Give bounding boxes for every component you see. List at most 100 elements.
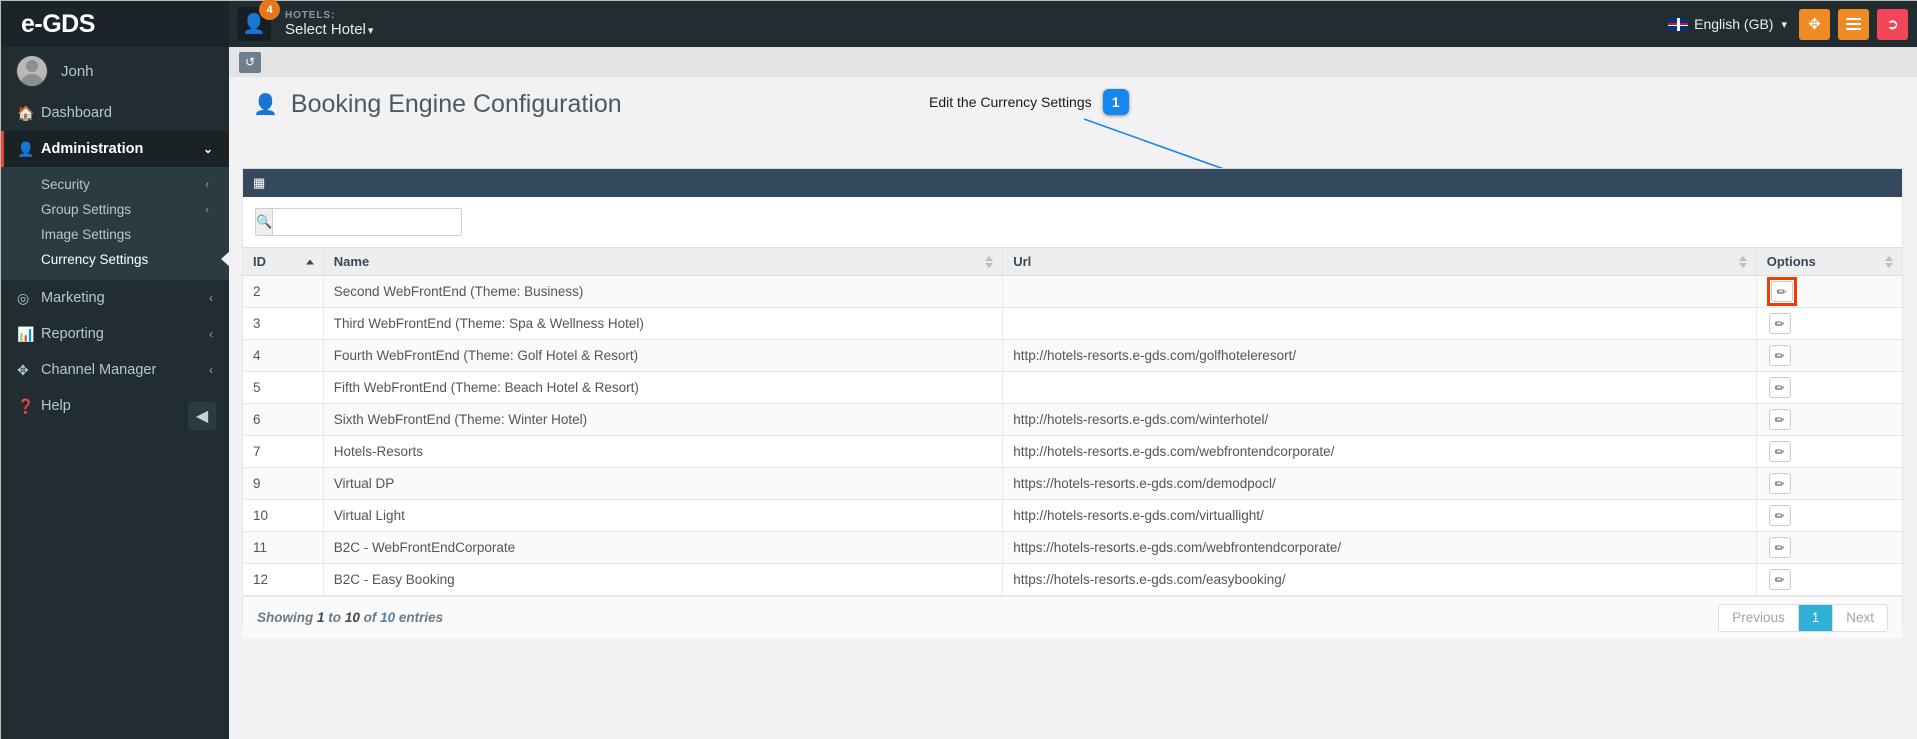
edit-button-wrap: ✏	[1767, 503, 1793, 528]
cell-id: 6	[243, 403, 324, 436]
sort-icon	[985, 255, 994, 268]
panel-footer: Showing 1 to 10 of 10 entries Previous 1…	[243, 596, 1902, 638]
edit-button[interactable]: ✏	[1768, 345, 1791, 366]
cell-id: 12	[243, 563, 324, 596]
cell-name: Third WebFrontEnd (Theme: Spa & Wellness…	[323, 307, 1004, 340]
edit-button-wrap: ✏	[1767, 535, 1793, 560]
edit-button[interactable]: ✏	[1768, 505, 1791, 526]
edit-button[interactable]: ✏	[1768, 377, 1791, 398]
cell-options: ✏	[1756, 467, 1902, 500]
bar-chart-icon: 📊	[17, 325, 35, 342]
sidebar-item-currency-settings[interactable]: Currency Settings	[1, 247, 230, 272]
pagination: Previous 1 Next	[1718, 603, 1888, 632]
sidebar-item-administration[interactable]: 👤 Administration ⌄	[1, 131, 229, 167]
hotel-select-text: Select Hotel	[285, 21, 366, 39]
column-header-id[interactable]: ID	[243, 247, 324, 276]
topbar-actions: English (GB) ▾ ✥ ➲	[1668, 1, 1917, 47]
cell-name: Fifth WebFrontEnd (Theme: Beach Hotel & …	[323, 371, 1004, 404]
cell-options: ✏	[1756, 499, 1902, 532]
sidebar-item-security[interactable]: Security ‹	[1, 172, 229, 197]
sort-icon	[1885, 255, 1893, 268]
column-header-name[interactable]: Name	[323, 247, 1004, 276]
chevron-down-icon: ▾	[1781, 18, 1787, 31]
cell-url: http://hotels-resorts.e-gds.com/webfront…	[1002, 435, 1757, 468]
pencil-icon: ✏	[1774, 348, 1785, 363]
table-icon: ▦	[253, 175, 266, 190]
edit-button[interactable]: ✏	[1770, 281, 1793, 302]
page-header: 👤 Booking Engine Configuration Edit the …	[229, 77, 1917, 132]
sidebar-item-marketing[interactable]: ◎ Marketing ‹	[1, 280, 229, 316]
showing-of-word: of	[363, 610, 377, 625]
edit-button-wrap: ✏	[1767, 311, 1793, 336]
column-header-url[interactable]: Url	[1002, 247, 1757, 276]
fullscreen-button[interactable]: ✥	[1799, 8, 1830, 40]
column-label: Name	[333, 254, 370, 269]
cell-url: http://hotels-resorts.e-gds.com/winterho…	[1002, 403, 1757, 436]
avatar	[17, 56, 47, 86]
cell-url	[1002, 275, 1757, 308]
cell-id: 5	[243, 371, 324, 404]
pagination-page-1[interactable]: 1	[1798, 604, 1834, 631]
sidebar-item-label: Administration	[41, 141, 144, 157]
home-icon: 🏠	[17, 104, 35, 121]
user-icon: 👤	[253, 94, 278, 116]
hotels-label: HOTELS:	[285, 9, 336, 21]
search-area: 🔍	[243, 197, 1902, 247]
sidebar-item-reporting[interactable]: 📊 Reporting ‹	[1, 316, 229, 352]
search-input[interactable]	[272, 208, 463, 236]
table-row: 11 B2C - WebFrontEndCorporate https://hote…	[243, 531, 1902, 564]
edit-button[interactable]: ✏	[1768, 409, 1791, 430]
column-header-options[interactable]: Options	[1756, 247, 1902, 276]
table-head: ID Name Url Options	[243, 247, 1902, 276]
refresh-button[interactable]: ↺	[239, 51, 261, 73]
edit-button-wrap: ✏	[1767, 439, 1793, 464]
hotel-avatar[interactable]: 👤 4	[237, 0, 280, 41]
cell-name: Fourth WebFrontEnd (Theme: Golf Hotel & …	[323, 339, 1004, 372]
pagination-previous[interactable]: Previous	[1719, 604, 1799, 631]
sidebar-item-label: Reporting	[41, 326, 104, 342]
sidebar-user-name: Jonh	[61, 62, 94, 80]
search-group: 🔍	[255, 208, 463, 236]
cell-id: 9	[243, 467, 324, 500]
chevron-left-icon: ‹	[205, 178, 209, 191]
edit-button[interactable]: ✏	[1768, 441, 1791, 462]
sidebar: Jonh 🏠 Dashboard 👤 Administration ⌄ Secu…	[1, 47, 230, 739]
cell-name: B2C - Easy Booking	[323, 563, 1004, 596]
table-row: 4 Fourth WebFrontEnd (Theme: Golf Hotel &…	[243, 339, 1902, 372]
annotation-badge: 1	[1102, 89, 1129, 115]
annotation-text: Edit the Currency Settings	[929, 94, 1092, 110]
cell-url: https://hotels-resorts.e-gds.com/easyboo…	[1002, 563, 1757, 596]
pagination-next[interactable]: Next	[1833, 604, 1887, 631]
language-selector[interactable]: English (GB) ▾	[1668, 16, 1787, 32]
hotel-select-value[interactable]: Select Hotel ▾	[285, 21, 373, 38]
sidebar-item-dashboard[interactable]: 🏠 Dashboard	[1, 95, 229, 131]
cell-url	[1002, 371, 1757, 404]
edit-button[interactable]: ✏	[1768, 473, 1791, 494]
cell-url	[1002, 307, 1757, 340]
edit-button-highlight: ✏	[1766, 277, 1797, 306]
target-icon: ◎	[17, 289, 30, 306]
cell-name: Second WebFrontEnd (Theme: Business)	[323, 275, 1004, 308]
cell-options: ✏	[1756, 307, 1902, 340]
brand-logo[interactable]: e-GDS	[1, 1, 229, 47]
edit-button[interactable]: ✏	[1768, 313, 1791, 334]
sidebar-subitem-label: Currency Settings	[41, 252, 149, 267]
sidebar-item-image-settings[interactable]: Image Settings	[1, 222, 229, 247]
sidebar-item-channel-manager[interactable]: ✥ Channel Manager ‹	[1, 352, 229, 388]
sidebar-collapse-button[interactable]: ◀	[188, 402, 216, 430]
sidebar-item-group-settings[interactable]: Group Settings ‹	[1, 197, 229, 222]
menu-toggle-button[interactable]	[1838, 8, 1869, 40]
annotation-callout: Edit the Currency Settings 1	[929, 89, 1129, 115]
pencil-icon: ✏	[1774, 476, 1785, 491]
edit-button[interactable]: ✏	[1768, 569, 1791, 590]
booking-engine-panel: ▦ 🔍 ID Name Url Options 2 Second WebFron…	[243, 168, 1902, 638]
edit-button[interactable]: ✏	[1768, 537, 1791, 558]
sidebar-user-panel[interactable]: Jonh	[1, 47, 229, 95]
cell-id: 4	[243, 339, 324, 372]
cell-options: ✏	[1756, 403, 1902, 436]
chevron-left-icon: ‹	[209, 363, 213, 377]
logout-button[interactable]: ➲	[1877, 8, 1908, 40]
pencil-icon: ✏	[1774, 540, 1785, 555]
page-title: 👤 Booking Engine Configuration	[253, 90, 622, 119]
hotel-selector[interactable]: 👤 4 HOTELS: Select Hotel ▾	[237, 0, 373, 41]
